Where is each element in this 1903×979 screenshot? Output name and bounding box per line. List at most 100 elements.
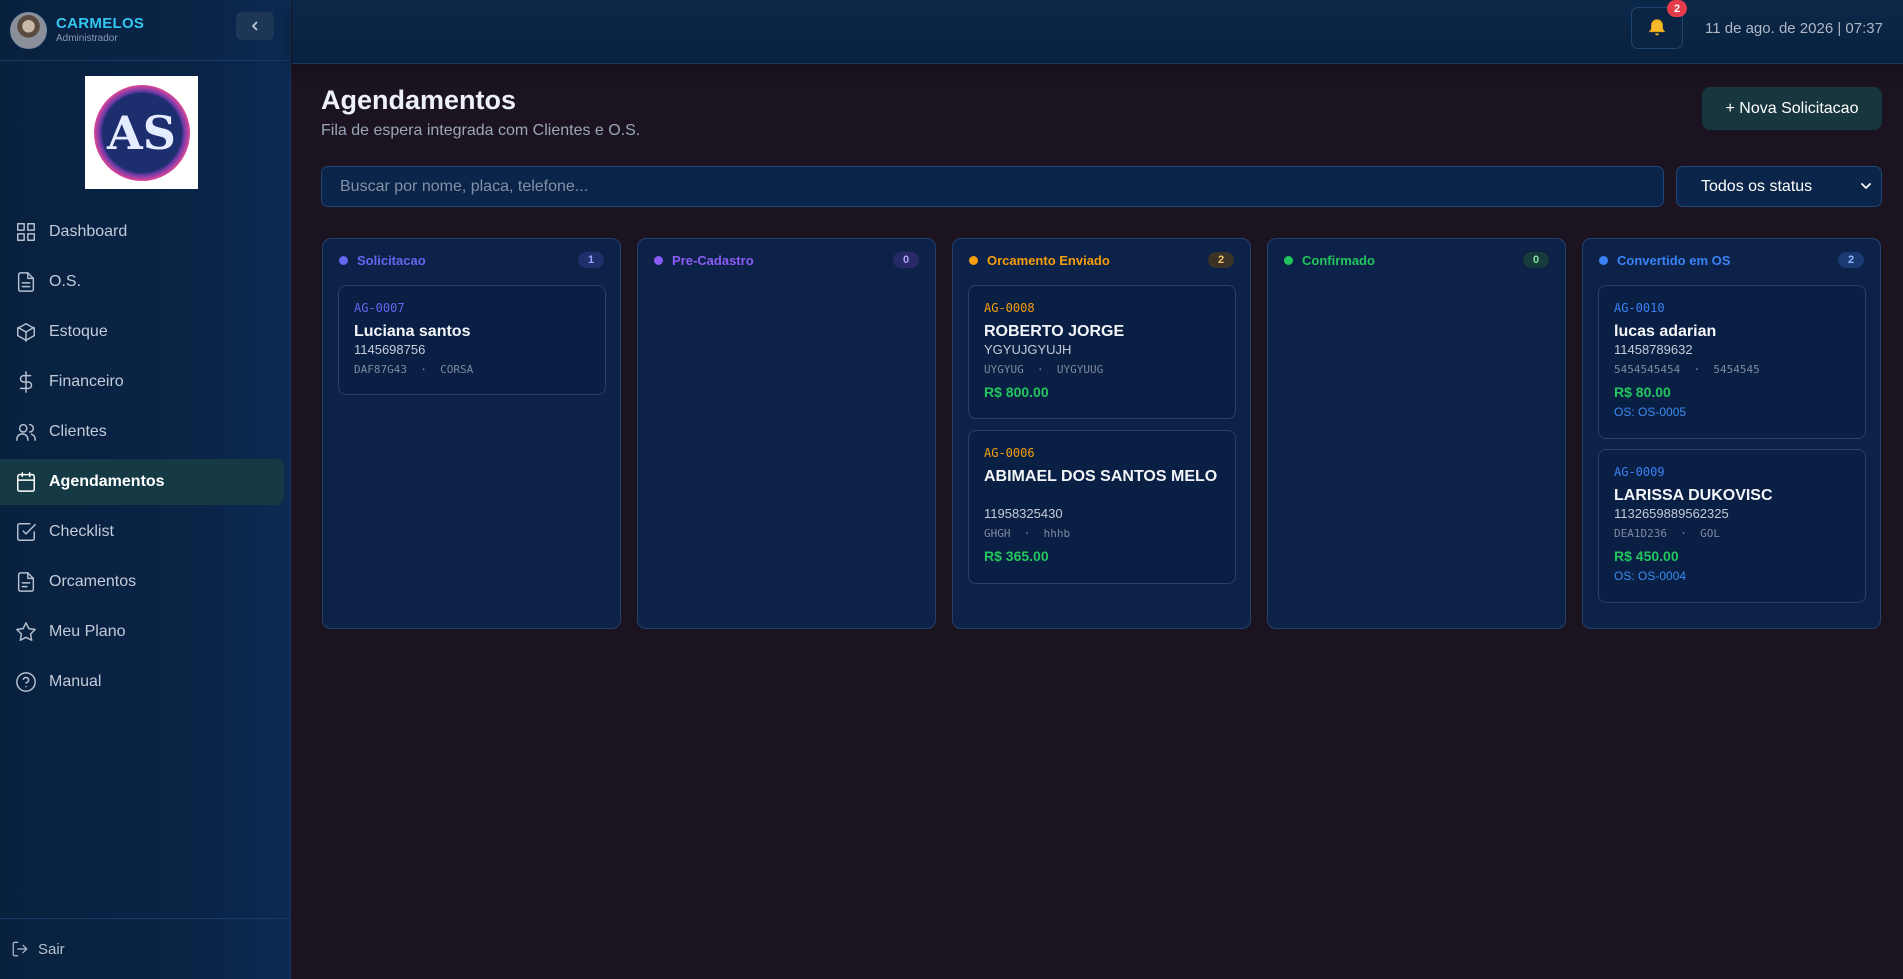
- card-model: GOL: [1700, 527, 1720, 540]
- dollar-icon: [15, 371, 37, 393]
- card-plate: DAF87G43: [354, 363, 407, 376]
- card-vehicle: DEA1D236 · GOL: [1614, 527, 1720, 540]
- current-datetime: 11 de ago. de 2026 | 07:37: [1705, 20, 1883, 37]
- chevron-down-icon: [1861, 183, 1871, 189]
- card-model: UYGYUUG: [1056, 363, 1104, 376]
- sidebar-item-checklist[interactable]: Checklist: [0, 509, 284, 555]
- card-code: AG-0009: [1614, 465, 1665, 479]
- chevron-left-icon: [252, 21, 258, 31]
- collapse-sidebar-button[interactable]: [236, 12, 274, 40]
- column-count-badge: 0: [1523, 252, 1549, 268]
- sidebar-item-os[interactable]: O.S.: [0, 259, 284, 305]
- status-dot: [1284, 255, 1293, 265]
- logout-label: Sair: [38, 940, 65, 958]
- card-value: R$ 450.00: [1614, 548, 1679, 564]
- sidebar: CARMELOS Administrador AS Dashboard O.S.…: [0, 0, 291, 979]
- company-logo: AS: [85, 76, 198, 189]
- new-request-button[interactable]: + Nova Solicitacao: [1702, 87, 1882, 130]
- kanban-column-convertido-em-os: Convertido em OS 2 AG-0010 lucas adarian…: [1582, 238, 1881, 629]
- card-plate: DEA1D236: [1614, 527, 1667, 540]
- card-client-name: ROBERTO JORGE: [984, 323, 1125, 340]
- column-title: Confirmado: [1302, 252, 1375, 268]
- appointment-card[interactable]: AG-0006 ABIMAEL DOS SANTOS MELO 11958325…: [968, 430, 1236, 584]
- topbar: 2 11 de ago. de 2026 | 07:37: [292, 0, 1903, 64]
- appointment-card[interactable]: AG-0007 Luciana santos 1145698756 DAF87G…: [338, 285, 606, 395]
- notification-badge: 2: [1667, 0, 1687, 17]
- sidebar-item-clientes[interactable]: Clientes: [0, 409, 284, 455]
- card-phone: YGYUJGYUJH: [984, 342, 1072, 357]
- column-count-badge: 0: [893, 252, 919, 268]
- card-os-link[interactable]: OS: OS-0004: [1614, 569, 1686, 583]
- card-plate: 5454545454: [1614, 363, 1681, 376]
- kanban-column-confirmado: Confirmado 0: [1267, 238, 1566, 629]
- appointment-card[interactable]: AG-0010 lucas adarian 11458789632 545454…: [1598, 285, 1866, 439]
- card-code: AG-0008: [984, 301, 1035, 315]
- user-role: Administrador: [56, 33, 118, 45]
- help-circle-icon: [15, 671, 37, 693]
- card-phone: 1145698756: [354, 342, 426, 357]
- card-vehicle: 5454545454 · 5454545: [1614, 363, 1760, 376]
- card-vehicle: UYGYUG · UYGYUUG: [984, 363, 1104, 376]
- users-icon: [15, 421, 37, 443]
- card-phone: 1132659889562325: [1614, 506, 1729, 521]
- column-count-badge: 1: [578, 252, 604, 268]
- calendar-icon: [15, 471, 37, 493]
- status-filter-select[interactable]: Todos os status: [1676, 166, 1882, 207]
- card-code: AG-0006: [984, 446, 1035, 460]
- sidebar-item-label: Dashboard: [49, 223, 128, 240]
- document-icon: [15, 271, 37, 293]
- sidebar-item-label: Orcamentos: [49, 573, 137, 590]
- search-input[interactable]: [321, 166, 1664, 207]
- card-value: R$ 365.00: [984, 548, 1049, 564]
- appointment-card[interactable]: AG-0009 LARISSA DUKOVISC 113265988956232…: [1598, 449, 1866, 603]
- card-vehicle: DAF87G43 · CORSA: [354, 363, 474, 376]
- sidebar-item-label: Agendamentos: [49, 473, 165, 490]
- card-value: R$ 80.00: [1614, 384, 1671, 400]
- sidebar-item-label: Meu Plano: [49, 623, 126, 640]
- card-client-name: LARISSA DUKOVISC: [1614, 487, 1773, 504]
- card-vehicle: GHGH · hhhb: [984, 527, 1071, 540]
- sidebar-header: CARMELOS Administrador: [0, 0, 290, 61]
- sidebar-item-agendamentos[interactable]: Agendamentos: [0, 459, 284, 505]
- sidebar-item-meu-plano[interactable]: Meu Plano: [0, 609, 284, 655]
- bell-icon: [1648, 19, 1666, 36]
- kanban-column-orcamento-enviado: Orcamento Enviado 2 AG-0008 ROBERTO JORG…: [952, 238, 1251, 629]
- column-title: Solicitacao: [357, 252, 426, 268]
- card-model: hhhb: [1043, 527, 1071, 540]
- card-model: 5454545: [1713, 363, 1760, 376]
- card-client-name: Luciana santos: [354, 323, 471, 340]
- sidebar-item-label: Estoque: [49, 323, 108, 340]
- card-code: AG-0010: [1614, 301, 1665, 315]
- box-icon: [15, 321, 37, 343]
- status-dot: [654, 255, 663, 265]
- card-os-link[interactable]: OS: OS-0005: [1614, 405, 1686, 419]
- sidebar-item-label: Manual: [49, 673, 102, 690]
- kanban-column-pre-cadastro: Pre-Cadastro 0: [637, 238, 936, 629]
- sidebar-item-orcamentos[interactable]: Orcamentos: [0, 559, 284, 605]
- card-value: R$ 800.00: [984, 384, 1049, 400]
- column-header: Orcamento Enviado 2: [969, 251, 1234, 269]
- status-dot: [339, 255, 348, 265]
- status-dot: [1599, 255, 1608, 265]
- column-title: Convertido em OS: [1617, 252, 1731, 268]
- sidebar-item-label: Financeiro: [49, 373, 124, 390]
- page-title: Agendamentos: [321, 85, 517, 115]
- card-client-name: lucas adarian: [1614, 323, 1717, 340]
- status-dot: [969, 255, 978, 265]
- sidebar-item-dashboard[interactable]: Dashboard: [0, 209, 284, 255]
- sidebar-item-label: O.S.: [49, 273, 82, 290]
- avatar[interactable]: [10, 11, 47, 49]
- file-text-icon: [15, 571, 37, 593]
- card-plate: GHGH: [984, 527, 1011, 540]
- status-filter-value: Todos os status: [1701, 177, 1813, 195]
- sidebar-item-estoque[interactable]: Estoque: [0, 309, 284, 355]
- appointment-card[interactable]: AG-0008 ROBERTO JORGE YGYUJGYUJH UYGYUG …: [968, 285, 1236, 419]
- column-header: Confirmado 0: [1284, 251, 1549, 269]
- logout-button[interactable]: Sair: [0, 918, 291, 979]
- page-subtitle: Fila de espera integrada com Clientes e …: [321, 122, 641, 139]
- sidebar-item-manual[interactable]: Manual: [0, 659, 284, 705]
- sidebar-item-financeiro[interactable]: Financeiro: [0, 359, 284, 405]
- column-header: Pre-Cadastro 0: [654, 251, 919, 269]
- grid-icon: [15, 221, 37, 243]
- card-plate: UYGYUG: [984, 363, 1024, 376]
